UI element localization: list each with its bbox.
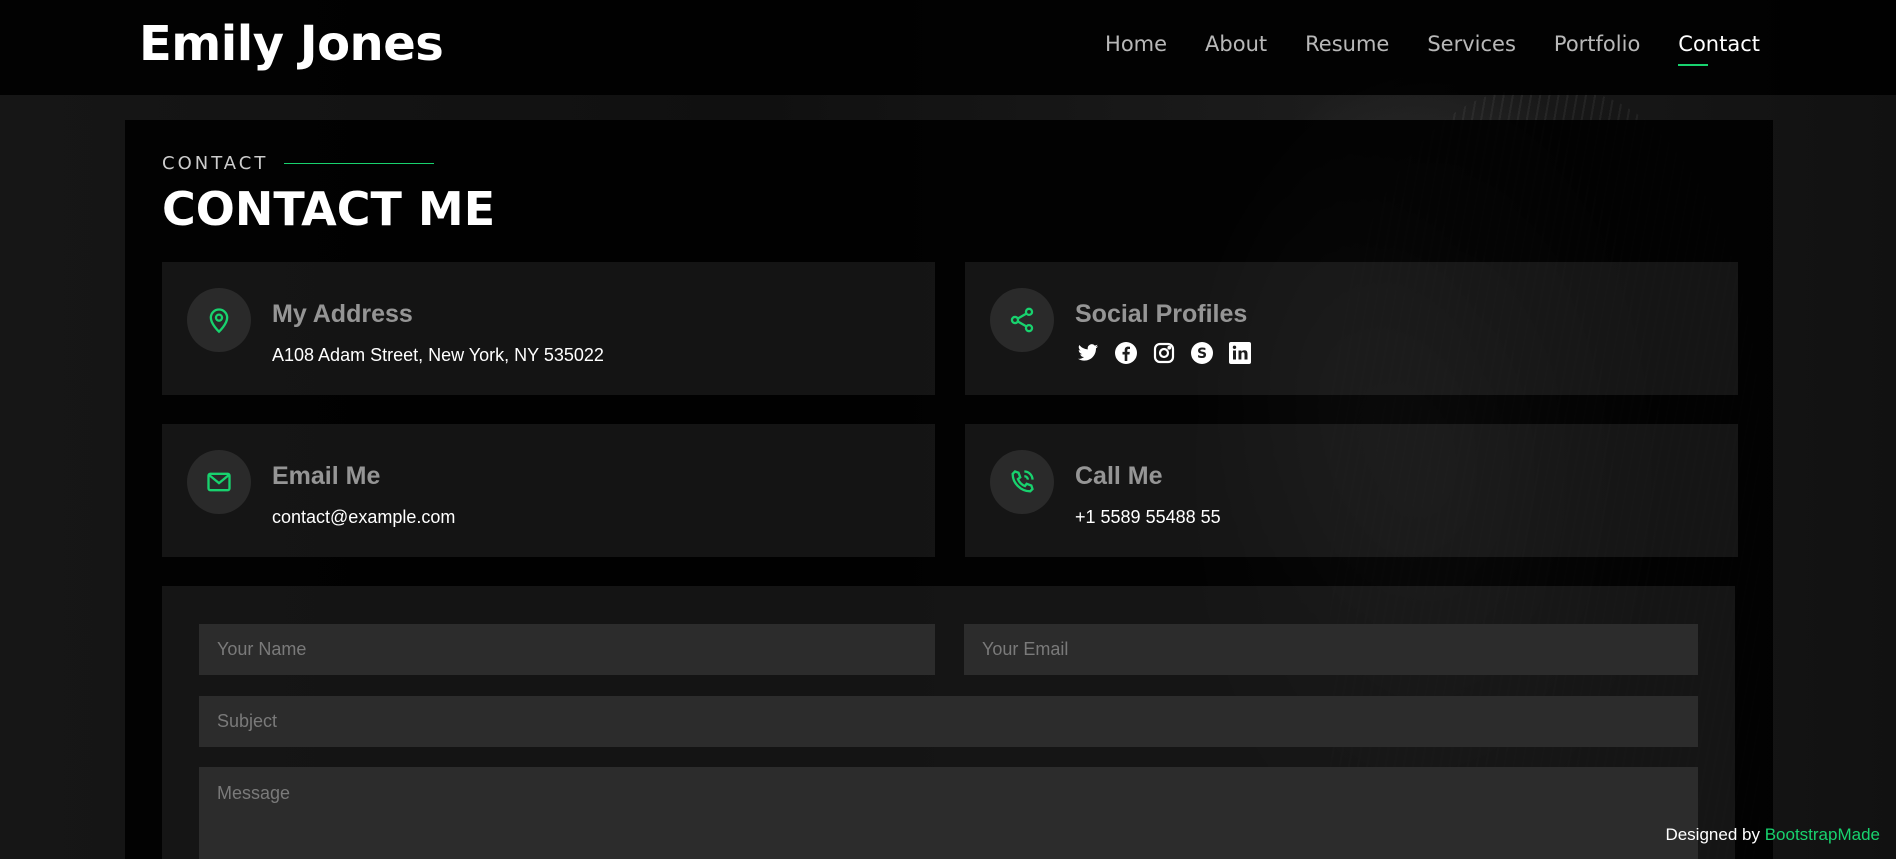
section-label-text: CONTACT	[162, 153, 269, 174]
email-card: Email Me contact@example.com	[162, 424, 935, 557]
instagram-icon[interactable]	[1151, 340, 1177, 366]
credits-link[interactable]: BootstrapMade	[1765, 825, 1880, 844]
email-title: Email Me	[272, 462, 381, 490]
phone-text[interactable]: +1 5589 55488 55	[1075, 507, 1221, 528]
social-title: Social Profiles	[1075, 300, 1248, 328]
name-input[interactable]	[199, 624, 935, 675]
skype-icon[interactable]: S	[1189, 340, 1215, 366]
section-title: CONTACT ME	[162, 182, 496, 236]
nav-about[interactable]: About	[1205, 32, 1267, 66]
header: Emily Jones Home About Resume Services P…	[0, 0, 1896, 95]
phone-card: Call Me +1 5589 55488 55	[965, 424, 1738, 557]
nav-resume[interactable]: Resume	[1305, 32, 1389, 66]
phone-title: Call Me	[1075, 462, 1163, 490]
address-title: My Address	[272, 300, 413, 328]
svg-text:S: S	[1197, 346, 1207, 362]
credits-prefix: Designed by	[1665, 825, 1760, 844]
subject-input[interactable]	[199, 696, 1698, 747]
social-links: S	[1075, 340, 1253, 366]
nav-contact[interactable]: Contact	[1678, 32, 1760, 66]
nav-portfolio[interactable]: Portfolio	[1554, 32, 1640, 66]
logo[interactable]: Emily Jones	[139, 16, 444, 72]
message-textarea[interactable]	[199, 767, 1698, 859]
nav-home[interactable]: Home	[1105, 32, 1167, 66]
section-label-divider	[284, 163, 435, 164]
linkedin-icon[interactable]	[1227, 340, 1253, 366]
contact-section: CONTACT CONTACT ME My Address A108 Adam …	[125, 120, 1773, 859]
address-card: My Address A108 Adam Street, New York, N…	[162, 262, 935, 395]
facebook-icon[interactable]	[1113, 340, 1139, 366]
social-card: Social Profiles S	[965, 262, 1738, 395]
section-label: CONTACT	[162, 153, 435, 174]
phone-icon	[990, 450, 1054, 514]
share-icon	[990, 288, 1054, 352]
contact-form	[162, 586, 1735, 859]
envelope-icon	[187, 450, 251, 514]
address-text: A108 Adam Street, New York, NY 535022	[272, 345, 604, 365]
twitter-icon[interactable]	[1075, 340, 1101, 366]
map-pin-icon	[187, 288, 251, 352]
nav-services[interactable]: Services	[1427, 32, 1516, 66]
credits: Designed by BootstrapMade	[1665, 825, 1880, 845]
main-nav: Home About Resume Services Portfolio Con…	[1067, 32, 1760, 66]
email-input[interactable]	[964, 624, 1698, 675]
email-text[interactable]: contact@example.com	[272, 507, 455, 528]
